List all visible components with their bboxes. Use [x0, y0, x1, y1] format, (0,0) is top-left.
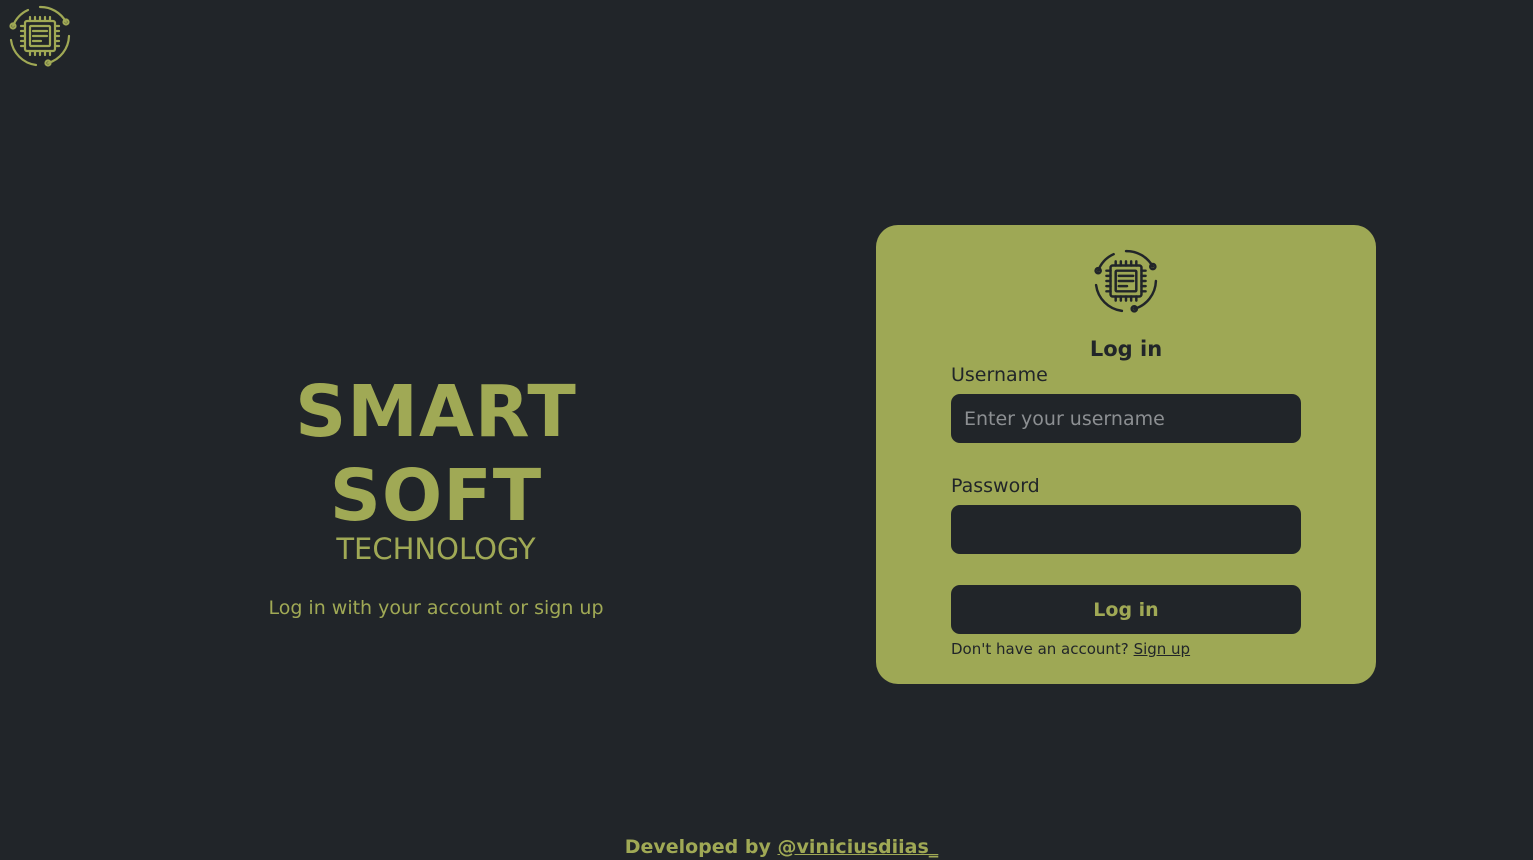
chip-logo-icon[interactable] — [8, 4, 72, 68]
hero-tagline: Log in with your account or sign up — [268, 597, 604, 619]
author-link[interactable]: @viniciusdiias_ — [778, 836, 939, 858]
footer: Developed by @viniciusdiias_ — [0, 836, 1533, 858]
login-button[interactable]: Log in — [951, 585, 1301, 634]
hero-section: SMART SOFT TECHNOLOGY Log in with your a… — [186, 370, 686, 620]
brand-subtitle: TECHNOLOGY — [336, 532, 536, 566]
login-title: Log in — [1089, 337, 1163, 361]
password-label: Password — [951, 475, 1040, 497]
chip-logo-icon — [1093, 248, 1159, 314]
login-page: SMART SOFT TECHNOLOGY Log in with your a… — [0, 0, 1533, 860]
login-card: Log in Username Password Log in Don't ha… — [876, 225, 1376, 684]
signup-link[interactable]: Sign up — [1134, 640, 1191, 658]
brand-title: SMART SOFT — [295, 370, 577, 537]
password-input[interactable] — [951, 505, 1301, 554]
footer-prefix: Developed by — [624, 836, 771, 858]
username-input[interactable] — [951, 394, 1301, 443]
username-label: Username — [951, 364, 1048, 386]
signup-prompt: Don't have an account? — [951, 640, 1129, 658]
signup-row: Don't have an account? Sign up — [951, 640, 1190, 658]
